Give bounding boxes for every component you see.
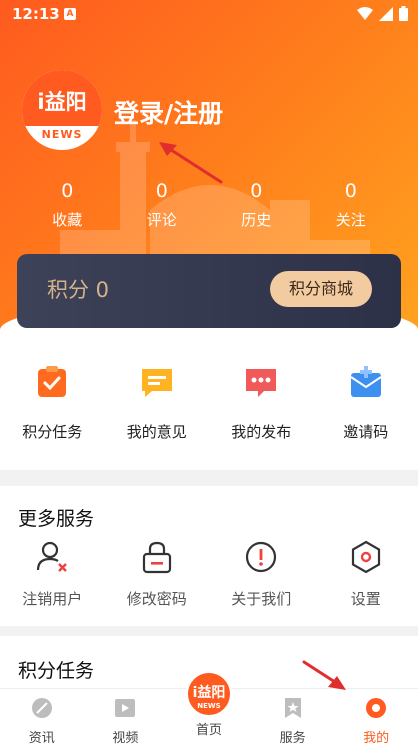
stat-label: 关注 — [335, 211, 366, 229]
bottom-tab-bar: 资讯 视频 i益阳 NEWS 首页 服务 我的 — [0, 671, 418, 744]
stat-count: 0 — [155, 180, 168, 202]
stat-count: 0 — [61, 180, 74, 202]
service-label: 修改密码 — [126, 590, 187, 608]
service-change-password[interactable]: 修改密码 — [105, 540, 210, 609]
points-mall-button[interactable]: 积分商城 — [270, 271, 372, 307]
profile-icon — [366, 698, 387, 718]
quick-action-feedback[interactable]: 我的意见 — [105, 365, 210, 455]
service-about-us[interactable]: 关于我们 — [209, 540, 314, 609]
service-settings[interactable]: 设置 — [314, 540, 418, 609]
service-deregister-user[interactable]: 注销用户 — [0, 540, 105, 609]
gear-icon — [351, 540, 380, 574]
invite-icon — [350, 366, 382, 397]
quick-action-invite[interactable]: 邀请码 — [314, 365, 418, 455]
points-card: 积分 0 积分商城 — [17, 254, 401, 328]
info-icon — [246, 541, 277, 573]
tab-label: 首页 — [195, 723, 222, 738]
quick-action-label: 积分任务 — [22, 423, 83, 441]
stat-count: 0 — [344, 180, 357, 202]
signal-icon — [379, 6, 393, 21]
battery-icon — [399, 6, 408, 21]
stat-comments[interactable]: 0 评论 — [115, 180, 210, 234]
quick-action-label: 邀请码 — [343, 423, 389, 441]
wifi-icon — [357, 6, 373, 20]
tab-home[interactable]: i益阳 NEWS 首页 — [167, 671, 251, 744]
quick-actions: 积分任务 我的意见 我的发布 邀请码 — [0, 365, 418, 455]
login-register-link[interactable]: 登录/注册 — [114, 94, 223, 130]
app-logo[interactable]: i益阳 NEWS — [22, 70, 102, 150]
services-row: 注销用户 修改密码 关于我们 设置 — [0, 540, 418, 609]
stat-favorites[interactable]: 0 收藏 — [20, 180, 115, 234]
quick-action-points-task[interactable]: 积分任务 — [0, 365, 105, 455]
feedback-icon — [141, 369, 172, 397]
tab-label: 服务 — [279, 731, 306, 744]
quick-action-label: 我的发布 — [231, 423, 292, 441]
logo-subtext: NEWS — [41, 128, 83, 141]
service-label: 设置 — [350, 590, 381, 608]
status-time: 12:13 — [12, 5, 60, 23]
video-icon — [115, 699, 136, 717]
quick-action-publish[interactable]: 我的发布 — [209, 365, 314, 455]
stats-row: 0 收藏 0 评论 0 历史 0 关注 — [20, 180, 398, 234]
publish-icon — [246, 369, 277, 397]
more-services-section: 更多服务 注销用户 修改密码 关于我们 设置 — [0, 486, 418, 626]
lock-icon — [142, 541, 171, 574]
points-balance: 积分 0 — [47, 278, 110, 302]
sim-icon: A — [64, 8, 76, 20]
tab-service[interactable]: 服务 — [251, 689, 335, 744]
stat-count: 0 — [250, 180, 263, 202]
home-logo-icon: i益阳 NEWS — [185, 671, 232, 717]
tab-label: 视频 — [112, 731, 139, 744]
task-icon — [38, 366, 67, 397]
status-bar: 12:13 A — [0, 0, 418, 28]
tab-video[interactable]: 视频 — [84, 689, 168, 744]
logo-text: i益阳 — [22, 70, 102, 126]
stat-label: 收藏 — [52, 211, 83, 229]
tab-profile[interactable]: 我的 — [334, 689, 418, 744]
stat-label: 评论 — [146, 211, 177, 229]
tab-label: 资讯 — [28, 731, 55, 744]
service-label: 关于我们 — [231, 590, 292, 608]
stat-following[interactable]: 0 关注 — [304, 180, 399, 234]
home-badge-text: i益阳 — [192, 685, 226, 701]
home-badge-subtext: NEWS — [197, 702, 221, 710]
stat-history[interactable]: 0 历史 — [209, 180, 304, 234]
news-icon — [31, 698, 52, 718]
section-title: 更多服务 — [18, 508, 95, 530]
quick-action-label: 我的意见 — [126, 423, 187, 441]
section-title: 积分任务 — [18, 660, 95, 682]
service-icon — [284, 698, 301, 718]
tab-label: 我的 — [363, 731, 390, 744]
tab-news[interactable]: 资讯 — [0, 689, 84, 744]
service-label: 注销用户 — [22, 590, 83, 608]
user-remove-icon — [37, 541, 68, 572]
stat-label: 历史 — [241, 211, 272, 229]
